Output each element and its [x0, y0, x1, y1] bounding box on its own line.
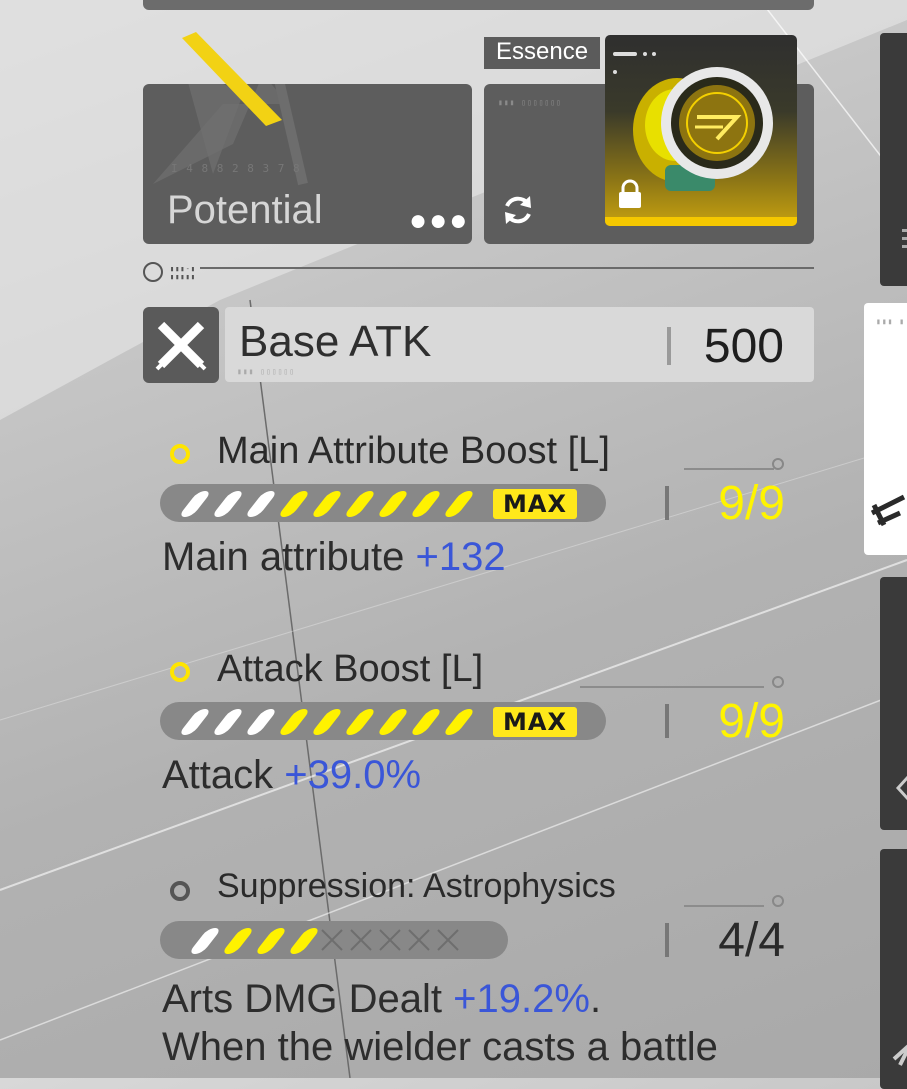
effect-value: +132 — [415, 535, 506, 579]
effect-value: +39.0% — [284, 753, 422, 797]
attribute-level: 9/9 — [718, 477, 785, 530]
side-panel-2-selected[interactable]: ▮▮▮ ▮ — [864, 303, 907, 555]
chevron-left-icon — [895, 775, 907, 801]
attribute-name: Attack Boost [L] — [217, 648, 484, 690]
attribute-name: Main Attribute Boost [L] — [217, 430, 610, 472]
weapon-thumbnail-icon — [892, 1044, 907, 1066]
essence-tag: Essence — [484, 37, 601, 69]
top-panel-edge — [143, 0, 814, 10]
potential-card[interactable]: I 4 8 8 2 8 3 7 8 Potential ●●● — [143, 84, 472, 244]
potential-emblem-icon — [153, 84, 308, 186]
max-badge: MAX — [493, 707, 577, 737]
effect-description: When the wielder casts a battle — [162, 1025, 718, 1069]
attribute-bullet-icon — [170, 444, 190, 464]
more-dots-icon[interactable]: ●●● — [409, 204, 469, 238]
attribute-deco-line — [684, 468, 774, 470]
attribute-deco-line — [580, 686, 764, 688]
lock-icon — [619, 179, 641, 208]
attribute-level-slots: MAX — [160, 484, 606, 522]
base-atk-label: Base ATK — [239, 317, 432, 366]
potential-deco-text: I 4 8 8 2 8 3 7 8 — [171, 162, 301, 175]
section-divider — [200, 267, 814, 269]
attribute-row: Main Attribute Boost [L] MAX 9/9 Main at… — [160, 430, 810, 590]
base-atk-icon-box — [143, 307, 219, 383]
deco-circle-icon — [772, 676, 784, 688]
max-badge: MAX — [493, 489, 577, 519]
effect-label: Arts DMG Dealt — [162, 977, 443, 1021]
crossed-swords-icon — [155, 321, 207, 371]
attribute-level: 9/9 — [718, 695, 785, 748]
weapon-thumbnail-icon — [870, 494, 906, 527]
essence-item-slot[interactable] — [605, 35, 797, 226]
attribute-effect: Arts DMG Dealt +19.2%. When the wielder … — [162, 975, 718, 1071]
attribute-effect: Attack +39.0% — [162, 753, 421, 798]
empty-slots-icon — [321, 929, 459, 951]
effect-value: +19.2% — [453, 977, 590, 1021]
menu-icon — [902, 229, 907, 232]
side-panel-deco-text: ▮▮▮ ▮ — [876, 317, 906, 326]
attribute-row: Suppression: Astrophysics 4/4 Arts DMG D… — [160, 867, 810, 1078]
attribute-level-slots — [160, 921, 508, 959]
potential-label: Potential — [167, 188, 323, 232]
level-separator — [665, 923, 669, 957]
deco-circle-icon — [772, 895, 784, 907]
side-panel-4[interactable] — [880, 849, 907, 1089]
effect-label: Attack — [162, 753, 274, 797]
attribute-level: 4/4 — [718, 914, 785, 967]
level-separator — [665, 704, 669, 738]
attribute-bullet-icon — [170, 662, 190, 682]
side-panel-1[interactable] — [880, 33, 907, 286]
divider-deco-text: ▮▮▮-▮ ▮▮▮▮▮ — [170, 265, 197, 281]
base-atk-value: 500 — [703, 320, 784, 373]
attribute-row: Attack Boost [L] MAX 9/9 Attack +39.0% — [160, 648, 810, 808]
attribute-bullet-icon — [170, 881, 190, 901]
attribute-deco-line — [684, 905, 764, 907]
effect-label: Main attribute — [162, 535, 405, 579]
attribute-name: Suppression: Astrophysics — [217, 867, 616, 905]
attribute-effect: Main attribute +132 — [162, 535, 506, 580]
deco-circle-icon — [772, 458, 784, 470]
attribute-level-slots: MAX — [160, 702, 606, 740]
divider-circle-icon — [143, 262, 163, 282]
base-atk-bar: Base ATK ▮▮▮ ▯▯▯▯▯▯ 500 — [225, 307, 814, 382]
effect-suffix: . — [589, 977, 602, 1021]
side-panel-3[interactable] — [880, 577, 907, 830]
level-separator — [665, 486, 669, 520]
essence-deco-text: ▮▮▮ ▯▯▯▯▯▯▯ — [498, 98, 562, 107]
refresh-icon[interactable] — [500, 192, 536, 228]
essence-rarity-bar — [605, 217, 797, 226]
base-atk-separator — [667, 327, 671, 365]
base-atk-deco-text: ▮▮▮ ▯▯▯▯▯▯ — [237, 367, 296, 376]
